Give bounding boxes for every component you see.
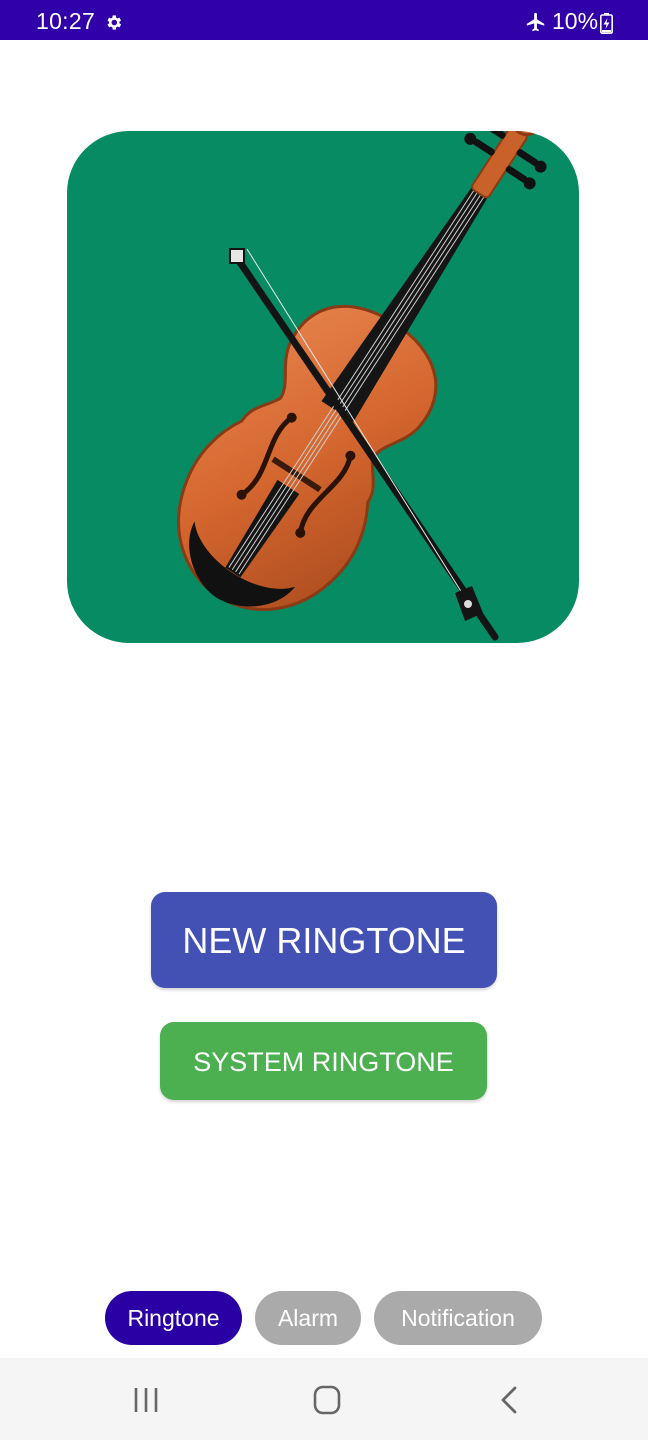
new-ringtone-button[interactable]: NEW RINGTONE xyxy=(151,892,497,988)
alarm-tab[interactable]: Alarm xyxy=(255,1291,361,1345)
notification-tab[interactable]: Notification xyxy=(374,1291,542,1345)
battery-percentage: 10% xyxy=(552,8,599,34)
back-button[interactable] xyxy=(478,1374,538,1426)
recent-apps-icon xyxy=(134,1388,158,1412)
home-button[interactable] xyxy=(297,1374,357,1426)
status-bar: 10:27 10% xyxy=(0,0,648,40)
system-ringtone-button[interactable]: SYSTEM RINGTONE xyxy=(160,1022,487,1100)
back-icon xyxy=(501,1386,517,1414)
ringtone-tab[interactable]: Ringtone xyxy=(105,1291,242,1345)
recent-apps-button[interactable] xyxy=(116,1374,176,1426)
home-icon xyxy=(313,1385,341,1415)
battery-charging-icon xyxy=(600,13,613,34)
violin-image xyxy=(67,131,579,643)
gear-icon xyxy=(107,15,122,30)
navigation-bar xyxy=(0,1358,648,1440)
status-time: 10:27 xyxy=(36,8,96,34)
violin-icon xyxy=(177,131,547,641)
airplane-icon xyxy=(526,12,545,32)
